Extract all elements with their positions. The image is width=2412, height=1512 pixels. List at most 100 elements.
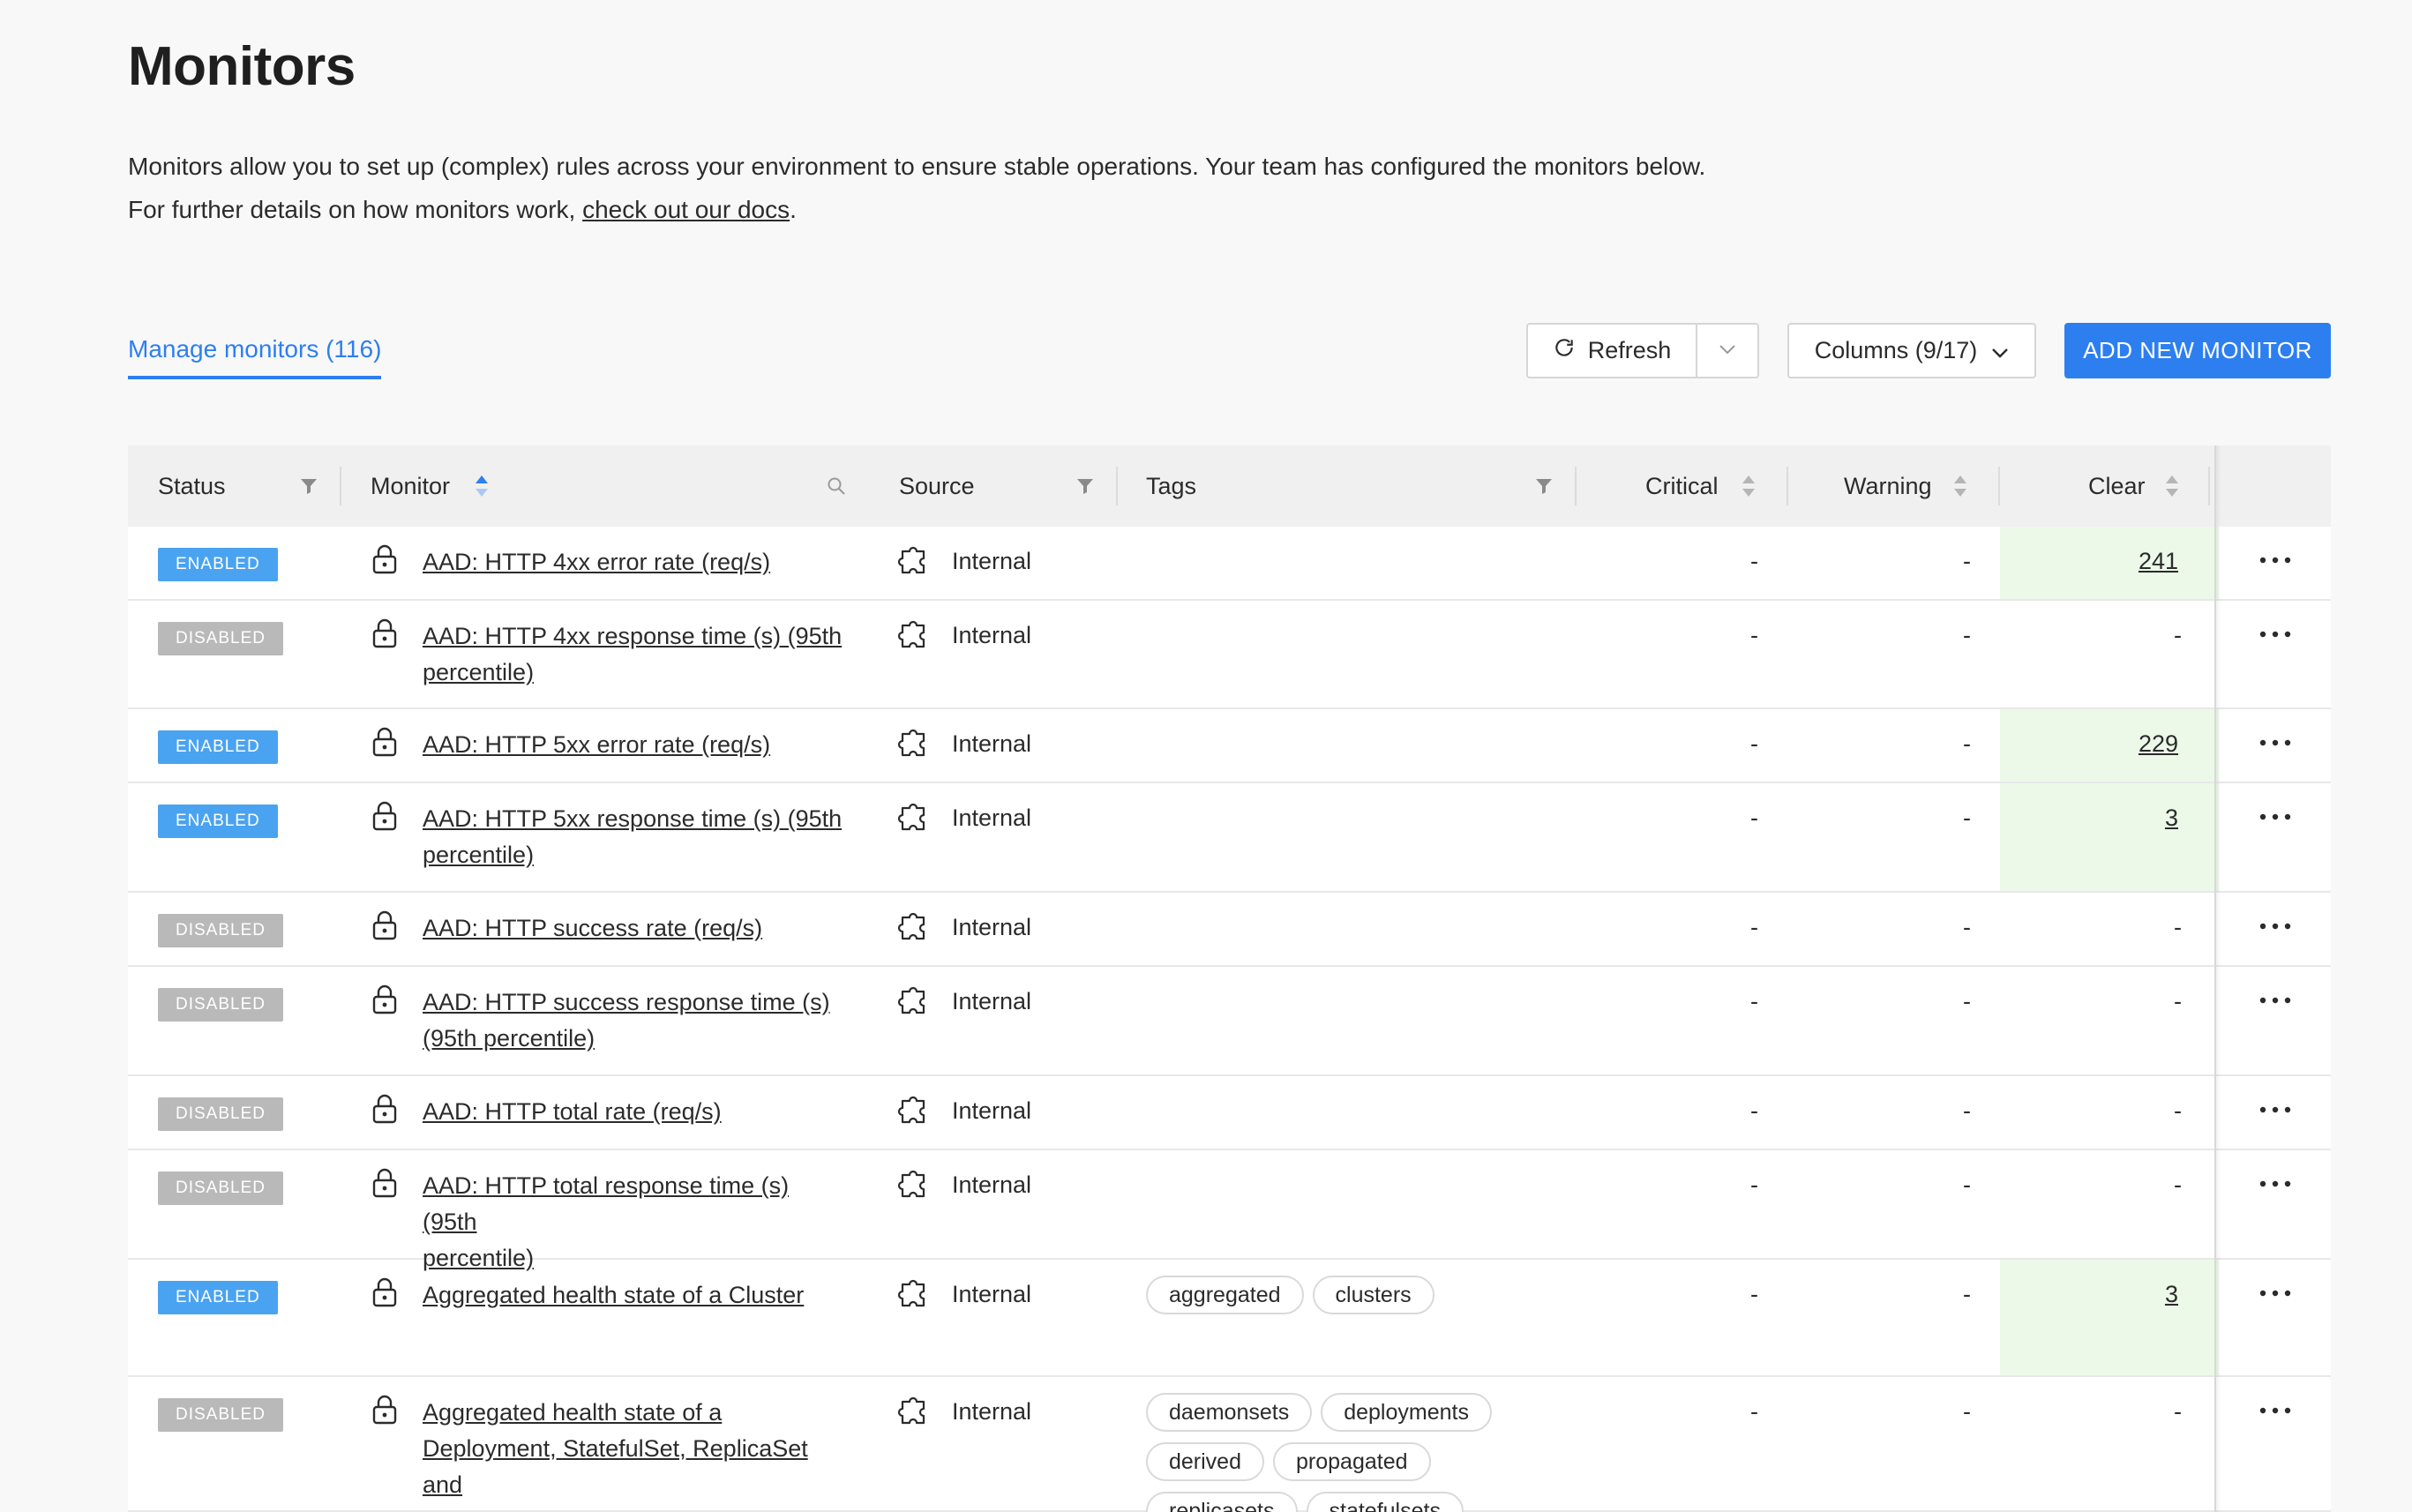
clear-value: -: [2174, 622, 2182, 648]
filter-icon[interactable]: [1534, 445, 1554, 527]
clear-count-link[interactable]: 241: [2108, 548, 2178, 575]
puzzle-icon: [897, 1092, 931, 1130]
docs-link[interactable]: check out our docs: [582, 196, 790, 223]
table-row[interactable]: DISABLED AAD: HTTP total rate (req/s) Inte…: [128, 1076, 2331, 1150]
warning-value: -: [1963, 1281, 1971, 1307]
more-options-icon[interactable]: [2259, 1103, 2291, 1119]
monitor-name-link[interactable]: AAD: HTTP success rate (req/s): [423, 910, 846, 947]
search-icon[interactable]: [827, 445, 846, 527]
warning-value: -: [1963, 988, 1971, 1014]
monitor-name-line: AAD: HTTP total rate (req/s): [423, 1098, 722, 1125]
monitor-name-line: Deployment, StatefulSet, ReplicaSet and: [423, 1435, 808, 1498]
more-options-icon[interactable]: [2259, 736, 2291, 752]
source-label: Internal: [952, 1281, 1032, 1307]
more-options-icon[interactable]: [2259, 1177, 2291, 1193]
tag-chip[interactable]: replicasets: [1146, 1492, 1298, 1512]
more-options-icon[interactable]: [2259, 919, 2291, 935]
puzzle-icon: [897, 983, 931, 1021]
monitor-name-link[interactable]: AAD: HTTP 4xx response time (s) (95th per…: [423, 618, 846, 691]
table-row[interactable]: DISABLED AAD: HTTP success rate (req/s) In…: [128, 893, 2331, 967]
tab-manage-monitors[interactable]: Manage monitors (116): [128, 335, 382, 379]
status-badge: ENABLED: [158, 548, 278, 581]
source-label: Internal: [952, 622, 1032, 648]
sort-icon[interactable]: [1952, 445, 1968, 527]
warning-value: -: [1963, 914, 1971, 940]
columns-button[interactable]: Columns (9/17): [1787, 323, 2036, 378]
table-row[interactable]: ENABLED Aggregated health state of a Clus…: [128, 1260, 2331, 1377]
monitor-name-link[interactable]: AAD: HTTP 5xx error rate (req/s): [423, 727, 846, 763]
table-row[interactable]: DISABLED Aggregated health state of a Depl…: [128, 1377, 2331, 1512]
refresh-button[interactable]: Refresh: [1528, 325, 1697, 377]
critical-value: -: [1750, 548, 1758, 574]
more-options-icon[interactable]: [2259, 553, 2291, 569]
status-badge: ENABLED: [158, 805, 278, 838]
tag-chip[interactable]: statefulsets: [1306, 1492, 1464, 1512]
clear-highlight: [2000, 1260, 2219, 1375]
monitor-name-link[interactable]: AAD: HTTP 4xx error rate (req/s): [423, 544, 846, 580]
critical-value: -: [1750, 1398, 1758, 1425]
source-label: Internal: [952, 914, 1032, 940]
tag-chip[interactable]: deployments: [1321, 1393, 1492, 1432]
table-row[interactable]: ENABLED AAD: HTTP 4xx error rate (req/s) I…: [128, 527, 2331, 601]
puzzle-icon: [897, 543, 931, 580]
column-header-clear: Clear: [2088, 472, 2146, 499]
puzzle-icon: [897, 799, 931, 837]
monitor-name-line: (95th percentile): [423, 1025, 596, 1052]
status-badge: ENABLED: [158, 1281, 278, 1314]
monitor-name-line: AAD: HTTP success rate (req/s): [423, 915, 763, 941]
filter-icon[interactable]: [299, 445, 318, 527]
table-row[interactable]: DISABLED AAD: HTTP total response time (s…: [128, 1150, 2331, 1271]
clear-highlight: [2000, 783, 2219, 891]
table-row[interactable]: ENABLED AAD: HTTP 5xx response time (s) (…: [128, 783, 2331, 893]
tag-chip[interactable]: aggregated: [1146, 1276, 1304, 1314]
table-row[interactable]: ENABLED AAD: HTTP 5xx error rate (req/s) I…: [128, 709, 2331, 783]
monitor-name-line: percentile): [423, 842, 535, 868]
clear-count-link[interactable]: 229: [2108, 730, 2178, 758]
lock-icon: [371, 544, 398, 579]
sort-icon[interactable]: [474, 445, 490, 527]
chevron-down-icon: [1991, 337, 2009, 364]
monitor-name-line: AAD: HTTP 5xx response time (s) (95th: [423, 805, 843, 832]
warning-value: -: [1963, 1097, 1971, 1124]
tag-chip[interactable]: clusters: [1312, 1276, 1434, 1314]
source-label: Internal: [952, 1171, 1032, 1198]
sort-icon[interactable]: [2164, 445, 2180, 527]
clear-count-link[interactable]: 3: [2108, 805, 2178, 832]
monitor-name-line: AAD: HTTP 4xx error rate (req/s): [423, 549, 771, 575]
source-label: Internal: [952, 805, 1032, 831]
refresh-options-button[interactable]: [1697, 325, 1757, 377]
status-badge: DISABLED: [158, 1171, 283, 1205]
monitor-name-link[interactable]: Aggregated health state of a Cluster: [423, 1277, 846, 1314]
tag-list: daemonsets deployments derived propagated re…: [1146, 1393, 1552, 1512]
more-options-icon[interactable]: [2259, 810, 2291, 826]
more-options-icon[interactable]: [2259, 627, 2291, 643]
more-options-icon[interactable]: [2259, 993, 2291, 1009]
puzzle-icon: [897, 617, 931, 655]
table-row[interactable]: DISABLED AAD: HTTP success response time …: [128, 967, 2331, 1076]
status-badge: DISABLED: [158, 1398, 283, 1432]
monitor-name-link[interactable]: AAD: HTTP total rate (req/s): [423, 1094, 846, 1130]
table-row[interactable]: DISABLED AAD: HTTP 4xx response time (s) …: [128, 601, 2331, 709]
tag-chip[interactable]: daemonsets: [1146, 1393, 1313, 1432]
tag-chip[interactable]: propagated: [1273, 1442, 1431, 1481]
columns-label: Columns (9/17): [1814, 337, 1978, 363]
critical-value: -: [1750, 622, 1758, 648]
more-options-icon[interactable]: [2259, 1403, 2291, 1419]
monitor-name-link[interactable]: AAD: HTTP 5xx response time (s) (95th per…: [423, 801, 846, 873]
critical-value: -: [1750, 1097, 1758, 1124]
monitor-name-link[interactable]: Aggregated health state of a Deployment, …: [423, 1395, 846, 1512]
lock-icon: [371, 1168, 398, 1202]
clear-count-link[interactable]: 3: [2108, 1281, 2178, 1308]
critical-value: -: [1750, 730, 1758, 757]
sort-icon[interactable]: [1741, 445, 1757, 527]
add-new-monitor-button[interactable]: ADD NEW MONITOR: [2064, 323, 2331, 378]
refresh-icon: [1553, 336, 1576, 365]
column-header-critical: Critical: [1645, 472, 1719, 499]
tag-chip[interactable]: derived: [1146, 1442, 1264, 1481]
clear-value: -: [2174, 914, 2182, 940]
puzzle-icon: [897, 725, 931, 763]
filter-icon[interactable]: [1075, 445, 1095, 527]
more-options-icon[interactable]: [2259, 1286, 2291, 1302]
lock-icon: [371, 801, 398, 835]
monitor-name-link[interactable]: AAD: HTTP success response time (s) (95th…: [423, 984, 846, 1057]
